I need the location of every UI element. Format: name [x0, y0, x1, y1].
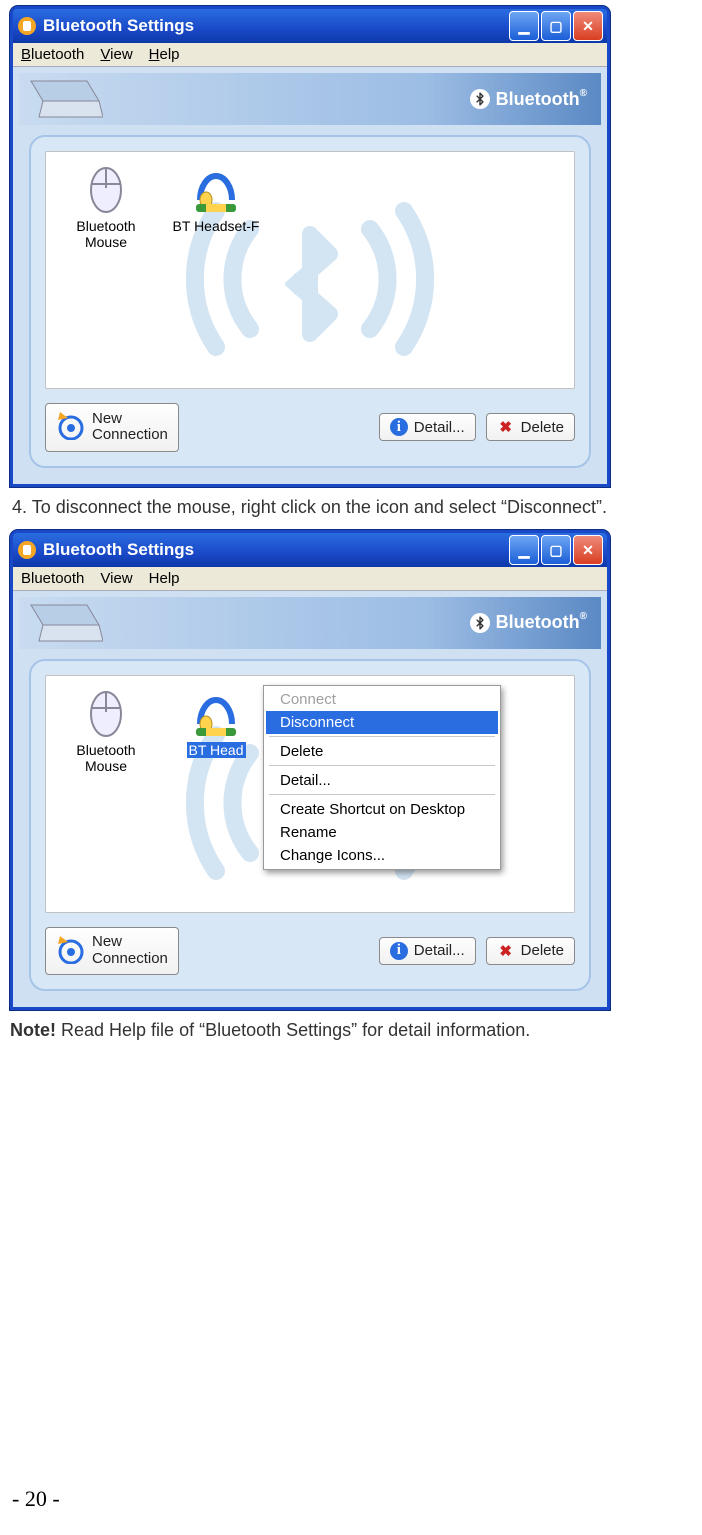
close-icon: ✕ — [582, 19, 594, 33]
mouse-icon — [78, 684, 134, 740]
ctx-delete[interactable]: Delete — [266, 740, 498, 763]
menubar: Bluetooth View Help — [13, 43, 607, 66]
detail-label: Detail... — [414, 419, 465, 436]
app-icon — [17, 540, 37, 560]
device-bluetooth-mouse[interactable]: Bluetooth Mouse — [54, 160, 158, 250]
delete-button[interactable]: ✖ Delete — [486, 937, 575, 965]
minimize-button[interactable]: ▁ — [509, 535, 539, 565]
maximize-icon: ▢ — [549, 543, 562, 557]
info-icon: i — [390, 418, 408, 436]
headset-icon — [188, 684, 244, 740]
header-banner: Bluetooth® — [19, 73, 601, 125]
maximize-button[interactable]: ▢ — [541, 11, 571, 41]
maximize-icon: ▢ — [549, 19, 562, 33]
device-label: Bluetooth Mouse — [54, 218, 158, 250]
bluetooth-logo: Bluetooth® — [470, 89, 587, 110]
info-icon: i — [390, 942, 408, 960]
detail-button[interactable]: i Detail... — [379, 413, 476, 441]
bluetooth-icon — [470, 613, 490, 633]
bluetooth-icon — [470, 89, 490, 109]
delete-icon: ✖ — [497, 942, 515, 960]
device-bt-headset[interactable]: BT Headset-F — [164, 160, 268, 234]
header-banner: Bluetooth® — [19, 597, 601, 649]
ctx-rename[interactable]: Rename — [266, 821, 498, 844]
detail-label: Detail... — [414, 942, 465, 959]
context-menu: Connect Disconnect Delete Detail... Crea… — [263, 685, 501, 870]
note-bold: Note! — [10, 1020, 56, 1040]
menu-help[interactable]: Help — [149, 46, 180, 63]
delete-button[interactable]: ✖ Delete — [486, 413, 575, 441]
close-button[interactable]: ✕ — [573, 11, 603, 41]
note-text: Note! Read Help file of “Bluetooth Setti… — [10, 1020, 692, 1041]
separator — [269, 736, 495, 738]
window-title: Bluetooth Settings — [43, 540, 509, 560]
ctx-create-shortcut[interactable]: Create Shortcut on Desktop — [266, 798, 498, 821]
laptop-icon — [27, 77, 103, 121]
ctx-disconnect[interactable]: Disconnect — [266, 711, 498, 734]
separator — [269, 794, 495, 796]
bluetooth-logo: Bluetooth® — [470, 612, 587, 633]
device-label: BT Headset-F — [164, 218, 268, 234]
menu-view[interactable]: View — [100, 570, 132, 587]
maximize-button[interactable]: ▢ — [541, 535, 571, 565]
app-icon — [17, 16, 37, 36]
separator — [269, 765, 495, 767]
detail-button[interactable]: i Detail... — [379, 937, 476, 965]
device-bt-headset[interactable]: BT Head — [164, 684, 268, 758]
page-number: - 20 - — [12, 1486, 60, 1512]
new-connection-button[interactable]: New Connection — [45, 403, 179, 452]
headset-icon — [188, 160, 244, 216]
bluetooth-settings-window-2: Bluetooth Settings ▁ ▢ ✕ Bluetooth View … — [10, 530, 610, 1011]
new-connection-label: New Connection — [92, 411, 168, 444]
delete-label: Delete — [521, 419, 564, 436]
new-connection-label: New Connection — [92, 934, 168, 967]
bluetooth-settings-window-1: Bluetooth Settings ▁ ▢ ✕ Bluetooth View … — [10, 6, 610, 487]
close-button[interactable]: ✕ — [573, 535, 603, 565]
menu-help[interactable]: Help — [149, 570, 180, 587]
titlebar[interactable]: Bluetooth Settings ▁ ▢ ✕ — [13, 9, 607, 43]
delete-label: Delete — [521, 942, 564, 959]
content-panel: Bluetooth Mouse BT Head — [29, 659, 591, 992]
minimize-icon: ▁ — [519, 19, 530, 33]
ctx-connect[interactable]: Connect — [266, 688, 498, 711]
mouse-icon — [78, 160, 134, 216]
bluetooth-logo-text: Bluetooth — [496, 612, 580, 633]
device-bluetooth-mouse[interactable]: Bluetooth Mouse — [54, 684, 158, 774]
delete-icon: ✖ — [497, 418, 515, 436]
laptop-icon — [27, 601, 103, 645]
window-title: Bluetooth Settings — [43, 16, 509, 36]
new-connection-button[interactable]: New Connection — [45, 927, 179, 976]
new-connection-icon — [56, 934, 86, 969]
ctx-detail[interactable]: Detail... — [266, 769, 498, 792]
menu-view[interactable]: View — [100, 46, 132, 63]
device-label: BT Head — [164, 742, 268, 758]
menu-bluetooth[interactable]: Bluetooth — [21, 570, 84, 587]
ctx-change-icons[interactable]: Change Icons... — [266, 844, 498, 867]
new-connection-icon — [56, 410, 86, 445]
step-4-text: 4. To disconnect the mouse, right click … — [12, 497, 692, 518]
device-label: Bluetooth Mouse — [54, 742, 158, 774]
menu-bluetooth[interactable]: Bluetooth — [21, 46, 84, 63]
titlebar[interactable]: Bluetooth Settings ▁ ▢ ✕ — [13, 533, 607, 567]
device-list[interactable]: Bluetooth Mouse BT Headset-F — [45, 151, 575, 389]
note-rest: Read Help file of “Bluetooth Settings” f… — [56, 1020, 530, 1040]
minimize-icon: ▁ — [519, 543, 530, 557]
close-icon: ✕ — [582, 543, 594, 557]
content-panel: Bluetooth Mouse BT Headset-F — [29, 135, 591, 468]
minimize-button[interactable]: ▁ — [509, 11, 539, 41]
bluetooth-logo-text: Bluetooth — [496, 89, 580, 110]
menubar: Bluetooth View Help — [13, 567, 607, 590]
